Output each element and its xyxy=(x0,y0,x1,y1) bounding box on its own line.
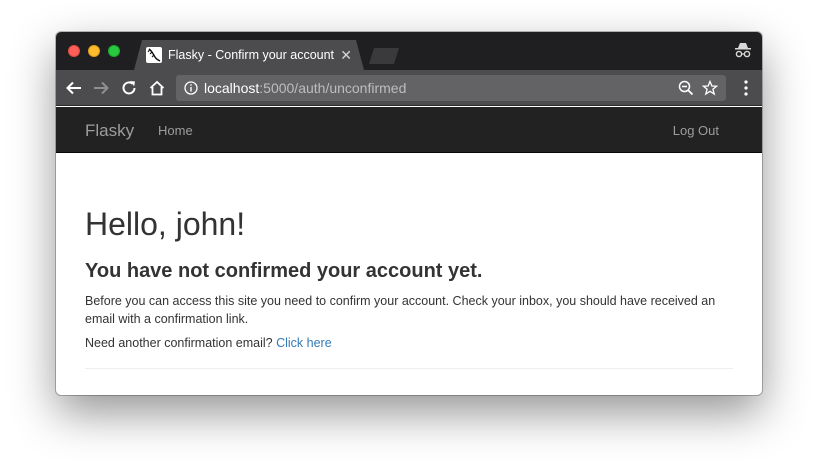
url-host: localhost xyxy=(204,80,260,96)
home-icon[interactable] xyxy=(148,79,166,97)
flask-favicon-icon xyxy=(146,47,162,63)
incognito-icon xyxy=(735,43,751,58)
forward-arrow-icon[interactable] xyxy=(92,79,110,97)
browser-toolbar: localhost:5000/auth/unconfirmed xyxy=(56,70,762,106)
navbar-brand[interactable]: Flasky xyxy=(85,121,134,141)
window-maximize-button[interactable] xyxy=(108,45,120,57)
page-title: Hello, john! xyxy=(85,206,246,242)
tab-close-icon[interactable]: ✕ xyxy=(340,47,352,63)
reload-icon[interactable] xyxy=(120,79,138,97)
nav-home-link[interactable]: Home xyxy=(158,123,193,138)
zoom-out-icon[interactable] xyxy=(678,80,694,96)
new-tab-button[interactable] xyxy=(369,48,399,64)
confirmation-message: Before you can access this site you need… xyxy=(85,294,716,326)
resend-paragraph: Need another confirmation email? Click h… xyxy=(85,336,332,350)
browser-tab[interactable]: Flasky - Confirm your account ✕ xyxy=(134,40,364,70)
unconfirmed-heading: You have not confirmed your account yet. xyxy=(85,260,483,282)
divider xyxy=(85,368,733,369)
nav-logout-link[interactable]: Log Out xyxy=(673,123,719,138)
resend-prompt: Need another confirmation email? xyxy=(85,336,273,350)
back-arrow-icon[interactable] xyxy=(65,79,83,97)
window-close-button[interactable] xyxy=(68,45,80,57)
url-path: :5000/auth/unconfirmed xyxy=(259,80,407,96)
info-icon[interactable] xyxy=(184,81,198,95)
tab-title: Flasky - Confirm your account xyxy=(168,48,335,62)
browser-window: Flasky - Confirm your account ✕ localhos… xyxy=(56,32,762,395)
browser-menu-icon[interactable] xyxy=(744,79,748,97)
window-minimize-button[interactable] xyxy=(88,45,100,57)
resend-confirmation-link[interactable]: Click here xyxy=(276,336,332,350)
url-text[interactable]: localhost:5000/auth/unconfirmed xyxy=(204,80,406,96)
site-navbar: Flasky Home Log Out xyxy=(56,107,762,153)
bookmark-star-icon[interactable] xyxy=(702,80,718,96)
tab-strip: Flasky - Confirm your account ✕ xyxy=(56,32,762,70)
address-bar[interactable]: localhost:5000/auth/unconfirmed xyxy=(176,75,726,101)
